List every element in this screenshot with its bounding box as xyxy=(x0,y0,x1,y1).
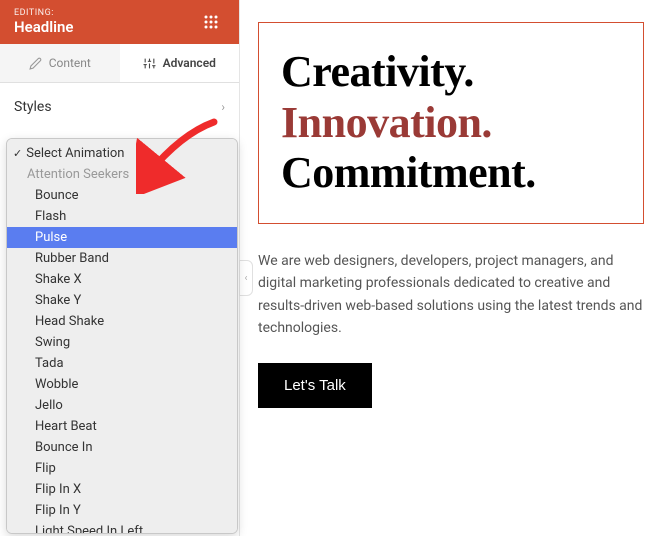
animation-dropdown[interactable]: Select Animation Attention Seekers Bounc… xyxy=(6,138,238,534)
editor-sidebar: EDITING: Headline Content Advanced Style… xyxy=(0,0,240,536)
dropdown-option[interactable]: Wobble xyxy=(7,374,237,395)
dropdown-option[interactable]: Pulse xyxy=(7,227,237,248)
dropdown-option[interactable]: Shake X xyxy=(7,269,237,290)
dropdown-option[interactable]: Jello xyxy=(7,395,237,416)
sliders-icon xyxy=(143,56,157,70)
hero-line-3: Commitment. xyxy=(281,148,621,199)
dropdown-option[interactable]: Light Speed In Left xyxy=(7,521,237,534)
dropdown-category: Attention Seekers xyxy=(7,164,237,185)
sidebar-header: EDITING: Headline xyxy=(0,0,239,44)
dropdown-option[interactable]: Tada xyxy=(7,353,237,374)
dropdown-option[interactable]: Rubber Band xyxy=(7,248,237,269)
dropdown-option[interactable]: Swing xyxy=(7,332,237,353)
tab-content[interactable]: Content xyxy=(0,44,120,82)
dropdown-option[interactable]: Flash xyxy=(7,206,237,227)
dropdown-option[interactable]: Flip In X xyxy=(7,479,237,500)
hero-line-2: Innovation. xyxy=(281,98,621,149)
dropdown-option[interactable]: Head Shake xyxy=(7,311,237,332)
dropdown-option[interactable]: Bounce xyxy=(7,185,237,206)
headline-block[interactable]: Creativity. Innovation. Commitment. xyxy=(258,22,644,224)
dropdown-option[interactable]: Heart Beat xyxy=(7,416,237,437)
dropdown-selected[interactable]: Select Animation xyxy=(7,143,237,164)
styles-section-header[interactable]: Styles › xyxy=(0,83,239,131)
dropdown-option[interactable]: Flip In Y xyxy=(7,500,237,521)
tab-label: Content xyxy=(49,56,91,70)
collapse-sidebar-handle[interactable]: ‹ xyxy=(239,260,253,296)
dropdown-option[interactable]: Shake Y xyxy=(7,290,237,311)
chevron-right-icon: › xyxy=(221,100,225,114)
pencil-icon xyxy=(29,56,43,70)
editing-block-title: Headline xyxy=(14,18,73,36)
sidebar-tabs: Content Advanced xyxy=(0,44,239,83)
apps-grid-icon[interactable] xyxy=(197,8,225,36)
body-paragraph: We are web designers, developers, projec… xyxy=(258,250,644,340)
dropdown-option[interactable]: Bounce In xyxy=(7,437,237,458)
hero-line-1: Creativity. xyxy=(281,47,621,98)
tab-label: Advanced xyxy=(163,56,216,70)
editing-label: EDITING: xyxy=(14,8,73,18)
canvas-preview: ‹ Creativity. Innovation. Commitment. We… xyxy=(240,0,662,536)
dropdown-option[interactable]: Flip xyxy=(7,458,237,479)
styles-label: Styles xyxy=(14,99,52,115)
cta-button[interactable]: Let's Talk xyxy=(258,363,372,408)
tab-advanced[interactable]: Advanced xyxy=(120,44,240,82)
